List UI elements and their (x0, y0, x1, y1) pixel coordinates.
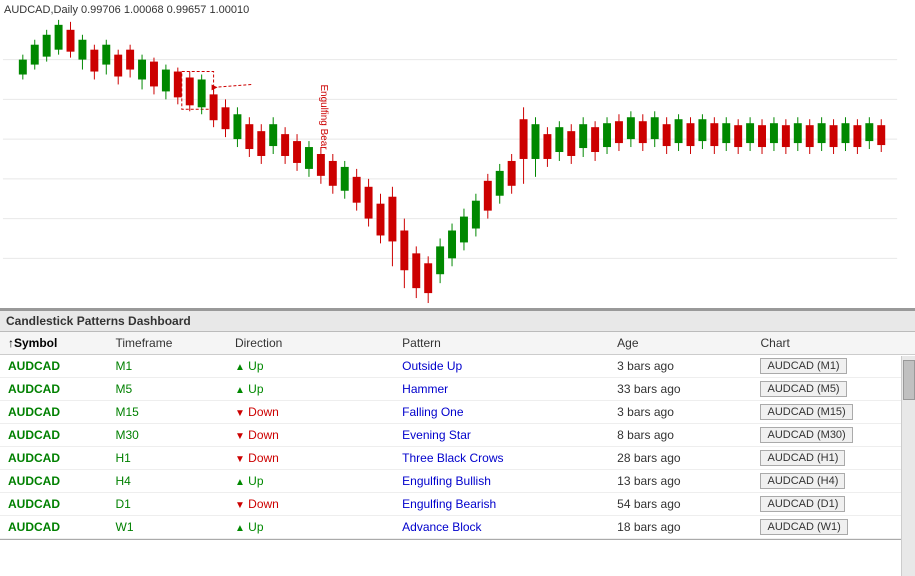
chart-button[interactable]: AUDCAD (H4) (760, 473, 845, 489)
cell-chart: AUDCAD (H4) (752, 470, 895, 493)
table-row: AUDCAD M30 ▼ Down Evening Star 8 bars ag… (0, 424, 915, 447)
cell-chart: AUDCAD (M5) (752, 378, 895, 401)
cell-age: 3 bars ago (609, 355, 752, 378)
chart-button[interactable]: AUDCAD (M5) (760, 381, 846, 397)
chart-button[interactable]: AUDCAD (M15) (760, 404, 852, 420)
scrollbar-track[interactable] (901, 356, 915, 576)
table-row: AUDCAD H4 ▲ Up Engulfing Bullish 13 bars… (0, 470, 915, 493)
cell-timeframe: W1 (108, 516, 227, 539)
cell-symbol: AUDCAD (0, 378, 108, 401)
cell-symbol: AUDCAD (0, 470, 108, 493)
dashboard-title: Candlestick Patterns Dashboard (0, 310, 915, 332)
cell-pattern: Falling One (394, 401, 609, 424)
col-header-pattern[interactable]: Pattern (394, 332, 609, 355)
col-header-chart[interactable]: Chart (752, 332, 895, 355)
cell-timeframe: D1 (108, 493, 227, 516)
cell-symbol: AUDCAD (0, 401, 108, 424)
cell-chart: AUDCAD (D1) (752, 493, 895, 516)
cell-age: 54 bars ago (609, 493, 752, 516)
cell-timeframe: H1 (108, 447, 227, 470)
cell-pattern: Engulfing Bearish (394, 493, 609, 516)
table-header-row: ↑Symbol Timeframe Direction Pattern Age … (0, 332, 915, 355)
cell-direction: ▼ Down (227, 493, 394, 516)
cell-age: 8 bars ago (609, 424, 752, 447)
dashboard: Candlestick Patterns Dashboard ↑Symbol T… (0, 310, 915, 540)
cell-direction: ▲ Up (227, 470, 394, 493)
table-row: AUDCAD M5 ▲ Up Hammer 33 bars ago AUDCAD… (0, 378, 915, 401)
cell-chart: AUDCAD (W1) (752, 516, 895, 539)
cell-pattern: Three Black Crows (394, 447, 609, 470)
cell-timeframe: H4 (108, 470, 227, 493)
table-row: AUDCAD H1 ▼ Down Three Black Crows 28 ba… (0, 447, 915, 470)
cell-direction: ▼ Down (227, 401, 394, 424)
svg-text:Engulfing Bear: Engulfing Bear (318, 84, 329, 150)
col-header-symbol[interactable]: ↑Symbol (0, 332, 108, 355)
cell-symbol: AUDCAD (0, 355, 108, 378)
cell-symbol: AUDCAD (0, 424, 108, 447)
scrollbar-thumb[interactable] (903, 360, 915, 400)
cell-pattern: Evening Star (394, 424, 609, 447)
chart-button[interactable]: AUDCAD (W1) (760, 519, 847, 535)
table-row: AUDCAD D1 ▼ Down Engulfing Bearish 54 ba… (0, 493, 915, 516)
cell-chart: AUDCAD (H1) (752, 447, 895, 470)
cell-symbol: AUDCAD (0, 493, 108, 516)
col-header-scroll (896, 332, 915, 355)
cell-age: 13 bars ago (609, 470, 752, 493)
chart-area: AUDCAD,Daily 0.99706 1.00068 0.99657 1.0… (0, 0, 915, 310)
table-row: AUDCAD M1 ▲ Up Outside Up 3 bars ago AUD… (0, 355, 915, 378)
cell-age: 3 bars ago (609, 401, 752, 424)
table-row: AUDCAD W1 ▲ Up Advance Block 18 bars ago… (0, 516, 915, 539)
cell-age: 28 bars ago (609, 447, 752, 470)
table-container: ↑Symbol Timeframe Direction Pattern Age … (0, 332, 915, 539)
chart-svg: Engulfing Bear (0, 0, 915, 308)
cell-pattern: Advance Block (394, 516, 609, 539)
cell-direction: ▼ Down (227, 447, 394, 470)
chart-button[interactable]: AUDCAD (M1) (760, 358, 846, 374)
col-header-age[interactable]: Age (609, 332, 752, 355)
cell-timeframe: M15 (108, 401, 227, 424)
chart-button[interactable]: AUDCAD (D1) (760, 496, 845, 512)
col-header-timeframe[interactable]: Timeframe (108, 332, 227, 355)
cell-timeframe: M5 (108, 378, 227, 401)
cell-symbol: AUDCAD (0, 516, 108, 539)
cell-chart: AUDCAD (M1) (752, 355, 895, 378)
cell-age: 18 bars ago (609, 516, 752, 539)
data-table: ↑Symbol Timeframe Direction Pattern Age … (0, 332, 915, 539)
cell-chart: AUDCAD (M30) (752, 424, 895, 447)
cell-direction: ▲ Up (227, 516, 394, 539)
cell-symbol: AUDCAD (0, 447, 108, 470)
cell-chart: AUDCAD (M15) (752, 401, 895, 424)
cell-pattern: Engulfing Bullish (394, 470, 609, 493)
cell-timeframe: M1 (108, 355, 227, 378)
cell-pattern: Hammer (394, 378, 609, 401)
cell-direction: ▼ Down (227, 424, 394, 447)
col-header-direction[interactable]: Direction (227, 332, 394, 355)
chart-button[interactable]: AUDCAD (M30) (760, 427, 852, 443)
cell-direction: ▲ Up (227, 378, 394, 401)
chart-button[interactable]: AUDCAD (H1) (760, 450, 845, 466)
cell-pattern: Outside Up (394, 355, 609, 378)
cell-timeframe: M30 (108, 424, 227, 447)
table-row: AUDCAD M15 ▼ Down Falling One 3 bars ago… (0, 401, 915, 424)
cell-age: 33 bars ago (609, 378, 752, 401)
table-body: AUDCAD M1 ▲ Up Outside Up 3 bars ago AUD… (0, 355, 915, 539)
cell-direction: ▲ Up (227, 355, 394, 378)
